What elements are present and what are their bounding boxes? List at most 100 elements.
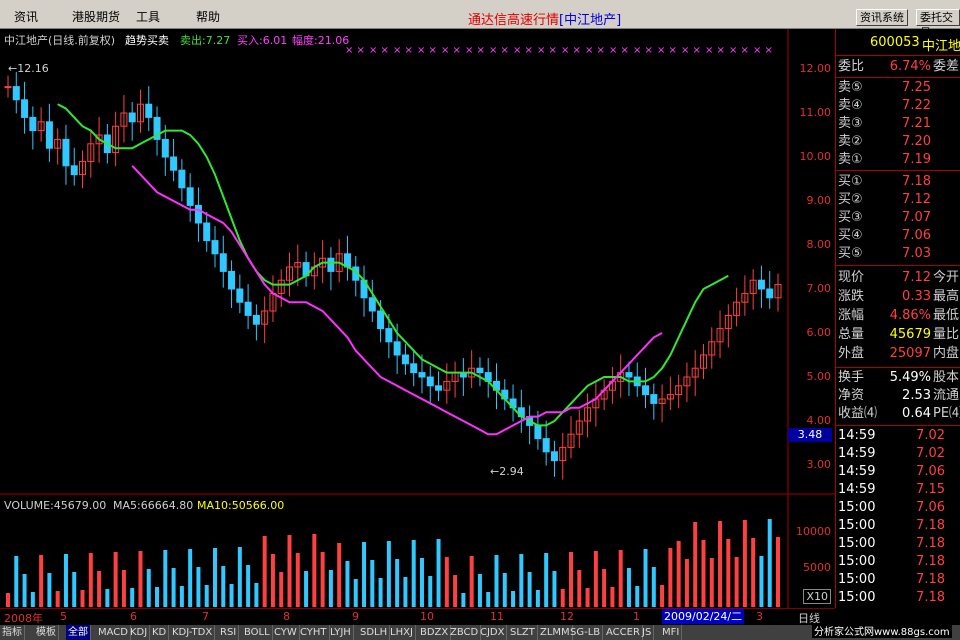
volume-bar — [30, 592, 35, 607]
tick-row: 15:00 7.18 — [836, 571, 960, 589]
chart-amplitude-value: 幅度:21.06 — [292, 34, 350, 47]
date-label: 9 — [352, 610, 359, 623]
volume-bar — [535, 590, 540, 607]
ask-row[interactable]: 卖③ 7.21 — [836, 115, 960, 133]
menu-help[interactable]: 帮助 — [194, 9, 222, 25]
volume-tick: 10000 — [796, 525, 831, 538]
volume-bar — [295, 553, 300, 607]
stat-label-secondary: 量比 — [933, 327, 960, 342]
candle-body — [4, 86, 12, 89]
kline-chart[interactable]: × × × × × × × × × × × × × × × × × × × × × × × × × × ×… — [0, 29, 835, 608]
volume-bar — [72, 572, 77, 607]
indicator-tab[interactable]: 模板 — [34, 625, 59, 640]
volume-bar — [337, 543, 342, 607]
volume-bar — [179, 586, 184, 607]
volume-bar — [262, 536, 267, 607]
ask-label: 卖⑤ — [838, 80, 863, 95]
signal-marker: × × — [633, 45, 653, 56]
volume-bar — [47, 573, 52, 607]
date-label: 2008年 — [4, 612, 43, 625]
volume-bar — [718, 521, 723, 607]
volume-bar — [353, 579, 358, 607]
volume-bar — [643, 549, 648, 607]
indicator-tab[interactable]: SDLH — [358, 625, 391, 640]
indicator-tab[interactable]: CYHT — [298, 625, 330, 640]
candle-body — [62, 138, 70, 167]
indicator-tab[interactable]: 指标 — [0, 625, 25, 640]
volume-bar — [246, 565, 251, 607]
tick-time: 15:00 — [838, 572, 876, 587]
tick-time: 14:59 — [838, 464, 876, 479]
bid-row[interactable]: 买⑤ 7.03 — [836, 245, 960, 263]
weibi-label: 委比 — [838, 59, 865, 74]
indicator-tab[interactable]: RSI — [218, 625, 240, 640]
candle-body — [211, 240, 219, 255]
indicator-tab[interactable]: KD — [150, 625, 170, 640]
menu-tools[interactable]: 工具 — [134, 9, 162, 25]
ask-row[interactable]: 卖② 7.20 — [836, 133, 960, 151]
divider — [836, 425, 960, 426]
stat-value: 0.33 — [902, 289, 931, 304]
indicator-tab[interactable]: BOLL — [242, 625, 273, 640]
indicator-tab[interactable]: CJDX — [478, 625, 508, 640]
volume-bar — [668, 548, 673, 607]
volume-bar — [138, 551, 143, 607]
candle-body — [766, 288, 774, 299]
volume-bar — [411, 540, 416, 607]
chart-area[interactable]: × × × × × × × × × × × × × × × × × × × × × × × × × × ×… — [0, 29, 835, 608]
price-tick: 3.00 — [806, 458, 832, 471]
bid-label: 买⑤ — [838, 246, 863, 261]
stat-label-secondary: 内盘 — [933, 346, 960, 361]
bid-price: 7.06 — [902, 228, 931, 243]
volume-bar — [163, 550, 168, 607]
volume-ma10: MA10:50566.00 — [197, 499, 285, 512]
menu-hk-futures[interactable]: 港股期货 — [70, 9, 122, 25]
low-price-marker: ←2.94 — [490, 465, 524, 478]
indicator-tab[interactable]: JS — [640, 625, 655, 640]
volume-bar — [560, 589, 565, 607]
signal-marker: × × — [585, 45, 605, 56]
indicator-tab[interactable]: BDZX — [418, 625, 452, 640]
ask-row[interactable]: 卖① 7.19 — [836, 151, 960, 169]
bid-row[interactable]: 买③ 7.07 — [836, 209, 960, 227]
price-tick: 7.00 — [806, 282, 832, 295]
chart-indicator-name: 趋势买卖 — [125, 34, 169, 47]
bid-row[interactable]: 买① 7.18 — [836, 173, 960, 191]
stat-label: 净资 — [838, 388, 865, 403]
indicator-tab[interactable]: LYJH — [328, 625, 354, 640]
tick-price: 7.02 — [916, 446, 945, 461]
candle-body — [236, 288, 244, 303]
indicator-tab[interactable]: 全部 — [66, 625, 91, 640]
signal-marker: × × — [465, 45, 485, 56]
indicator-tab[interactable]: ACCER — [604, 625, 643, 640]
volume-bar — [121, 570, 126, 607]
stat-label: 换手 — [838, 370, 865, 385]
news-system-button[interactable]: 资讯系统 — [856, 9, 908, 26]
trade-button[interactable]: 委托交易 — [916, 9, 960, 39]
indicator-tab[interactable]: SG-LB — [568, 625, 604, 640]
indicator-tab[interactable]: SLZT — [508, 625, 538, 640]
indicator-tab[interactable]: MACD — [96, 625, 131, 640]
bid-row[interactable]: 买④ 7.06 — [836, 227, 960, 245]
indicator-tab[interactable]: KDJ-TDX — [170, 625, 216, 640]
volume-bar — [130, 588, 135, 607]
volume-bar — [693, 522, 698, 607]
candle-body — [327, 257, 335, 272]
stat-value: 5.49% — [889, 370, 931, 385]
candle-body — [228, 270, 236, 290]
ask-row[interactable]: 卖④ 7.22 — [836, 97, 960, 115]
bid-row[interactable]: 买② 7.12 — [836, 191, 960, 209]
chart-stock-name: 中江地产(日线.前复权) — [4, 34, 116, 47]
volume-bar — [188, 549, 193, 607]
indicator-tab[interactable]: MFI — [660, 625, 683, 640]
indicator-tab[interactable]: ZBCD — [448, 625, 482, 640]
ask-row[interactable]: 卖⑤ 7.25 — [836, 79, 960, 97]
volume-bar — [63, 554, 68, 607]
indicator-tab[interactable]: LHXJ — [388, 625, 416, 640]
menu-news[interactable]: 资讯 — [12, 9, 40, 25]
divider — [836, 77, 960, 78]
indicator-tab[interactable]: CYW — [272, 625, 300, 640]
indicator-tab[interactable]: KDJ — [128, 625, 151, 640]
tick-price: 7.18 — [916, 554, 945, 569]
candle-body — [435, 385, 443, 391]
